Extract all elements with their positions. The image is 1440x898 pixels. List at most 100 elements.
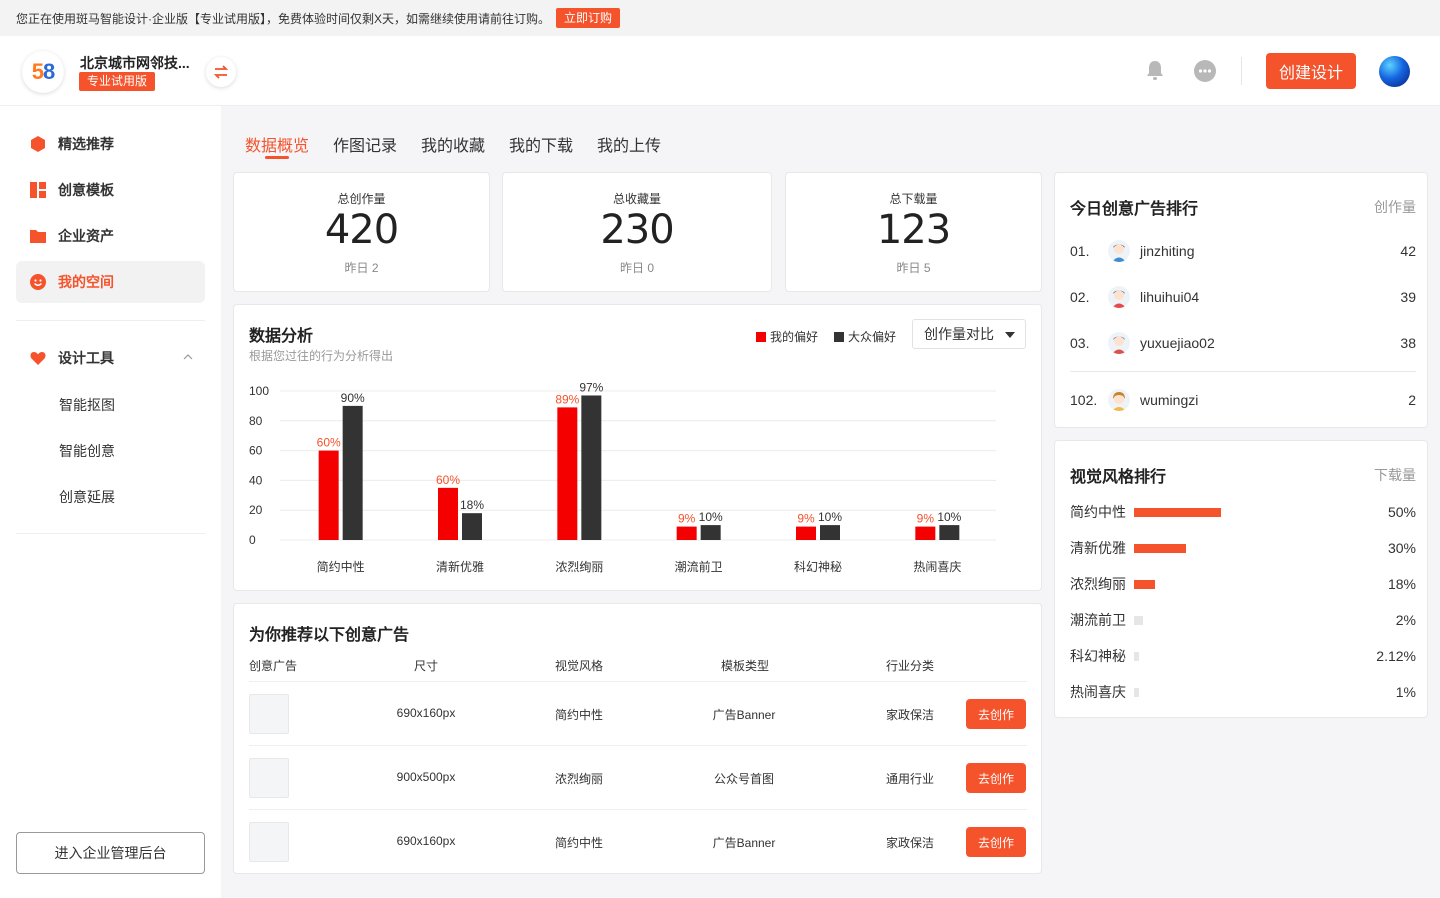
message-icon[interactable] <box>1193 59 1217 83</box>
data-label: 60% <box>436 473 460 487</box>
sidebar-sub-item-creative[interactable]: 智能创意 <box>59 441 115 461</box>
legend-label: 我的偏好 <box>770 330 819 344</box>
ranking-row-self[interactable]: 102. wumingzi 2 <box>1070 388 1416 412</box>
user-avatar <box>1108 389 1130 411</box>
compare-dropdown[interactable]: 创作量对比 <box>912 319 1026 349</box>
style-name: 潮流前卫 <box>1070 612 1126 628</box>
style-value: 18% <box>1387 576 1416 592</box>
sidebar-item-label: 我的空间 <box>58 274 114 290</box>
style-ranking-row: 科幻神秘 2.12% <box>1070 646 1416 666</box>
ranking-row[interactable]: 03. yuxuejiao02 38 <box>1070 331 1416 355</box>
stat-yesterday: 昨日 0 <box>619 261 654 275</box>
heart-icon <box>30 350 46 366</box>
notification-bell-icon[interactable] <box>1143 58 1167 82</box>
tab-favorites[interactable]: 我的收藏 <box>421 132 485 156</box>
style-name: 浓烈绚丽 <box>1070 576 1126 592</box>
sidebar-item-templates[interactable]: 创意模板 <box>16 169 205 211</box>
style-ranking-row: 浓烈绚丽 18% <box>1070 574 1416 594</box>
style-name: 科幻神秘 <box>1070 648 1126 664</box>
x-tick-label: 浓烈绚丽 <box>555 560 603 574</box>
go-create-button[interactable]: 去创作 <box>966 827 1026 857</box>
sidebar-item-label: 创意模板 <box>58 182 114 198</box>
rank-value: 38 <box>1400 335 1416 351</box>
style-value: 50% <box>1387 504 1416 520</box>
switch-company-button[interactable] <box>206 57 236 87</box>
style-ranking-row: 简约中性 50% <box>1070 502 1416 522</box>
top-header: 58 北京城市网邻技... 专业试用版 创建设计 <box>0 36 1440 106</box>
go-create-button[interactable]: 去创作 <box>966 699 1026 729</box>
rank-username: jinzhiting <box>1140 243 1195 259</box>
bar-my-preference <box>796 526 816 540</box>
sidebar-item-design-tools[interactable]: 设计工具 <box>16 337 205 379</box>
style-name: 清新优雅 <box>1070 540 1126 556</box>
column-header: 尺寸 <box>414 659 439 673</box>
data-label: 90% <box>341 391 365 405</box>
style-bar <box>1134 543 1187 553</box>
stat-value: 230 <box>600 207 674 253</box>
hexagon-icon <box>30 136 46 152</box>
bar-public-preference <box>462 513 482 540</box>
ranking-row[interactable]: 01. jinzhiting 42 <box>1070 239 1416 263</box>
tab-downloads[interactable]: 我的下载 <box>509 132 573 156</box>
row-divider <box>249 745 1027 746</box>
sidebar-divider <box>16 533 205 534</box>
cell-industry: 家政保洁 <box>885 836 934 850</box>
rank-number: 03. <box>1070 335 1090 351</box>
bar-public-preference <box>342 405 363 540</box>
bar-public-preference <box>581 395 602 540</box>
company-logo[interactable]: 58 <box>22 51 64 93</box>
style-value: 2% <box>1395 612 1416 628</box>
create-design-button[interactable]: 创建设计 <box>1266 53 1356 89</box>
stat-label: 总下载量 <box>889 192 938 206</box>
stat-card-favorites: 总收藏量 230 昨日 0 <box>502 172 772 292</box>
tab-data-overview[interactable]: 数据概览 <box>245 132 309 156</box>
sidebar-sub-item-cutout[interactable]: 智能抠图 <box>59 395 115 415</box>
rank-number: 02. <box>1070 289 1090 305</box>
ad-thumbnail[interactable] <box>249 694 289 734</box>
style-value: 2.12% <box>1376 648 1416 664</box>
bar-my-preference <box>557 407 578 540</box>
smile-icon <box>30 274 46 290</box>
column-header: 视觉风格 <box>555 659 604 673</box>
stat-label: 总创作量 <box>337 192 386 206</box>
preference-bar-chart: 100806040200简约中性60%90%清新优雅60%18%浓烈绚丽89%9… <box>249 380 996 574</box>
ranking-row[interactable]: 02. lihuihui04 39 <box>1070 285 1416 309</box>
sidebar: 精选推荐 创意模板 企业资产 我的空间 设计工具 智能抠图 智能创意 创意延展 … <box>0 106 221 898</box>
tab-drawing-records[interactable]: 作图记录 <box>333 132 397 156</box>
column-header: 创意广告 <box>249 659 298 673</box>
subscribe-button[interactable]: 立即订购 <box>556 8 621 28</box>
style-value: 1% <box>1395 684 1416 700</box>
go-create-button[interactable]: 去创作 <box>966 763 1026 793</box>
y-tick-label: 60 <box>249 444 263 458</box>
rank-username: lihuihui04 <box>1140 289 1200 305</box>
stat-yesterday: 昨日 2 <box>344 261 379 275</box>
company-name[interactable]: 北京城市网邻技... <box>80 53 190 73</box>
user-avatar <box>1108 286 1130 308</box>
stat-value: 123 <box>876 207 951 253</box>
cell-style: 简约中性 <box>554 836 603 850</box>
user-avatar <box>1108 332 1130 354</box>
style-ranking-metric: 下载量 <box>1374 467 1416 483</box>
cell-industry: 家政保洁 <box>885 708 934 722</box>
user-avatar[interactable] <box>1379 56 1410 87</box>
enterprise-admin-button[interactable]: 进入企业管理后台 <box>16 832 205 874</box>
sidebar-item-my-space[interactable]: 我的空间 <box>16 261 205 303</box>
data-label: 89% <box>555 392 579 406</box>
style-bar-track <box>1134 507 1356 517</box>
user-avatar <box>1108 240 1130 262</box>
x-tick-label: 清新优雅 <box>436 559 484 574</box>
tab-uploads[interactable]: 我的上传 <box>597 132 661 156</box>
ad-thumbnail[interactable] <box>249 822 289 862</box>
style-bar <box>1134 579 1155 589</box>
sidebar-sub-item-extension[interactable]: 创意延展 <box>59 487 115 507</box>
style-name: 热闹喜庆 <box>1070 684 1126 700</box>
data-label: 97% <box>579 380 603 394</box>
sidebar-item-assets[interactable]: 企业资产 <box>16 215 205 257</box>
legend-swatch <box>834 331 844 342</box>
ad-thumbnail[interactable] <box>249 758 289 798</box>
data-label: 10% <box>818 510 842 524</box>
chevron-up-icon[interactable] <box>183 354 193 360</box>
sidebar-item-label: 精选推荐 <box>58 136 114 152</box>
data-label: 18% <box>460 498 484 512</box>
sidebar-item-featured[interactable]: 精选推荐 <box>16 123 205 165</box>
